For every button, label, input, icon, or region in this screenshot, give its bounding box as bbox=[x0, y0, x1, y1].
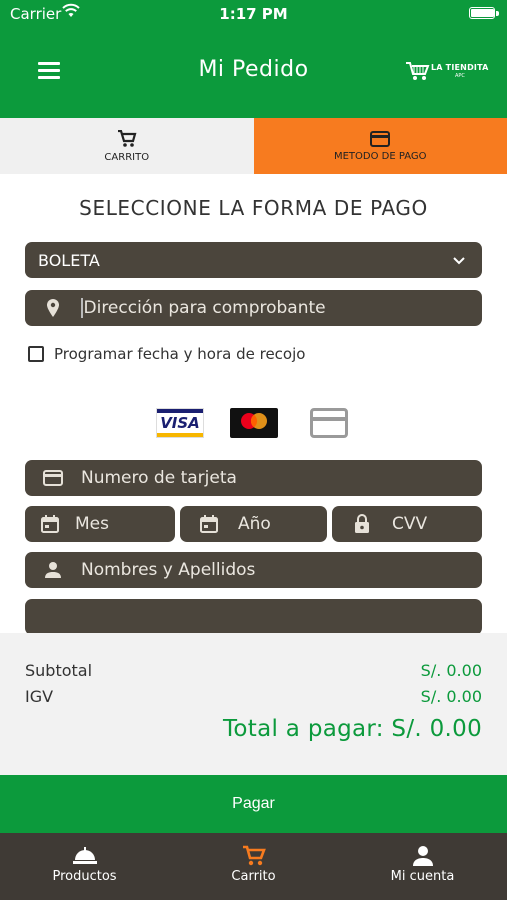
mastercard-icon[interactable] bbox=[230, 408, 278, 438]
nav-carrito[interactable]: Carrito bbox=[169, 833, 338, 900]
battery-icon bbox=[469, 7, 499, 19]
nav-mi-cuenta[interactable]: Mi cuenta bbox=[338, 833, 507, 900]
app-screen: Carrier 1:17 PM Mi Pedido LA TIENDITA AP… bbox=[0, 0, 507, 900]
person-icon bbox=[45, 562, 61, 578]
location-pin-icon bbox=[47, 299, 59, 317]
cvv-input[interactable]: CVV bbox=[332, 506, 482, 542]
logo-text: LA TIENDITA bbox=[431, 63, 489, 72]
subtotal-row: Subtotal S/. 0.00 bbox=[25, 661, 482, 680]
nav-mi-cuenta-label: Mi cuenta bbox=[390, 869, 455, 884]
person-icon bbox=[412, 846, 433, 866]
total-to-pay: Total a pagar: S/. 0.00 bbox=[222, 716, 482, 742]
address-placeholder: Dirección para comprobante bbox=[83, 298, 326, 318]
shopping-cart-logo: LA TIENDITA APC bbox=[405, 60, 488, 82]
receipt-type-select[interactable]: BOLETA bbox=[25, 242, 482, 278]
card-number-input[interactable]: Numero de tarjeta bbox=[25, 460, 482, 496]
year-placeholder: Año bbox=[238, 514, 271, 534]
totals-panel: Subtotal S/. 0.00 IGV S/. 0.00 Total a p… bbox=[0, 633, 507, 775]
receipt-type-value: BOLETA bbox=[38, 250, 100, 270]
tab-metodo-de-pago[interactable]: METODO DE PAGO bbox=[253, 118, 507, 174]
cart-icon bbox=[117, 129, 137, 147]
igv-label: IGV bbox=[25, 687, 54, 706]
igv-row: IGV S/. 0.00 bbox=[25, 687, 482, 706]
visa-icon[interactable]: VISA bbox=[156, 408, 204, 438]
igv-value: S/. 0.00 bbox=[420, 687, 482, 706]
subtotal-value: S/. 0.00 bbox=[420, 661, 482, 680]
address-input[interactable]: Dirección para comprobante bbox=[25, 290, 482, 326]
credit-card-icon bbox=[370, 130, 391, 147]
credit-card-icon bbox=[43, 470, 63, 486]
status-bar: Carrier 1:17 PM bbox=[0, 3, 507, 25]
nav-productos-label: Productos bbox=[52, 869, 117, 884]
tab-carrito-label: CARRITO bbox=[104, 151, 150, 163]
section-title: SELECCIONE LA FORMA DE PAGO bbox=[79, 196, 428, 220]
cvv-placeholder: CVV bbox=[392, 514, 428, 534]
subtotal-label: Subtotal bbox=[25, 661, 93, 680]
generic-card-icon[interactable] bbox=[310, 408, 348, 438]
food-tray-icon bbox=[72, 847, 97, 864]
cart-logo-icon bbox=[406, 62, 430, 80]
schedule-pickup-label: Programar fecha y hora de recojo bbox=[54, 345, 306, 363]
schedule-pickup-checkbox[interactable] bbox=[28, 346, 44, 362]
year-input[interactable]: Año bbox=[180, 506, 327, 542]
nav-productos[interactable]: Productos bbox=[0, 833, 169, 900]
tab-carrito[interactable]: CARRITO bbox=[0, 118, 254, 174]
month-input[interactable]: Mes bbox=[25, 506, 175, 542]
month-placeholder: Mes bbox=[75, 514, 109, 534]
lock-icon bbox=[355, 514, 369, 533]
chevron-down-icon bbox=[453, 256, 465, 264]
pay-button[interactable]: Pagar bbox=[0, 775, 507, 833]
text-cursor bbox=[81, 298, 83, 318]
cart-icon bbox=[242, 845, 266, 866]
nav-carrito-label: Carrito bbox=[231, 869, 276, 884]
tab-bar: CARRITO METODO DE PAGO bbox=[0, 118, 507, 174]
card-brands: VISA bbox=[156, 408, 348, 438]
bottom-nav: Productos Carrito Mi cuenta bbox=[0, 833, 507, 900]
visa-label: VISA bbox=[160, 414, 200, 432]
app-header: Carrier 1:17 PM Mi Pedido LA TIENDITA AP… bbox=[0, 0, 507, 118]
card-number-placeholder: Numero de tarjeta bbox=[81, 468, 237, 488]
calendar-icon bbox=[41, 515, 59, 533]
calendar-icon bbox=[200, 515, 218, 533]
names-input[interactable]: Nombres y Apellidos bbox=[25, 552, 482, 588]
logo-subtext: APC bbox=[455, 73, 465, 79]
partially-visible-field[interactable] bbox=[25, 599, 482, 635]
tab-metodo-label: METODO DE PAGO bbox=[333, 150, 427, 162]
names-placeholder: Nombres y Apellidos bbox=[81, 560, 256, 580]
schedule-pickup-row[interactable]: Programar fecha y hora de recojo bbox=[28, 345, 305, 363]
clock: 1:17 PM bbox=[219, 5, 288, 23]
